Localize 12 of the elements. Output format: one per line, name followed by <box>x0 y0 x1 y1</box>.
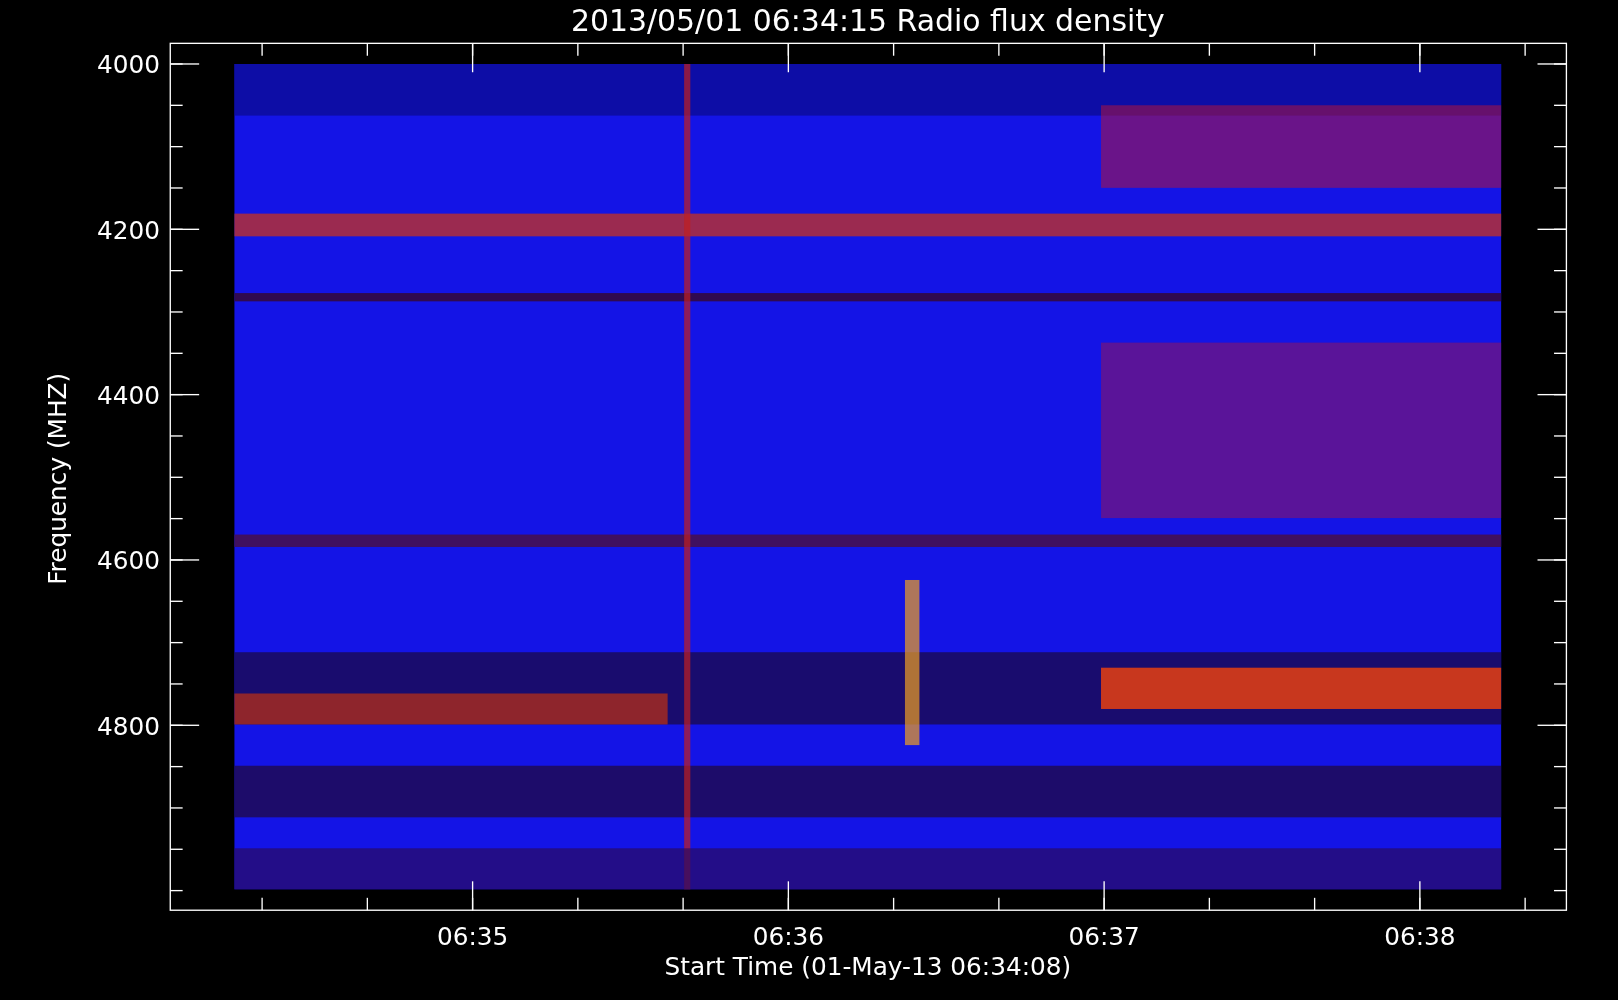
y-axis-label: Frequency (MHZ) <box>43 372 73 585</box>
x-tick-label: 06:36 <box>752 922 824 952</box>
chart-title: 2013/05/01 06:34:15 Radio flux density <box>570 2 1165 38</box>
y-tick-label: 4400 <box>96 380 160 410</box>
x-tick-label: 06:35 <box>436 922 509 952</box>
y-tick-label: 4200 <box>96 215 160 245</box>
y-tick-label: 4800 <box>96 711 160 741</box>
y-tick-label: 4000 <box>96 50 160 80</box>
x-axis-label: Start Time (01-May-13 06:34:08) <box>664 952 1072 982</box>
x-tick-label: 06:37 <box>1068 922 1140 952</box>
y-tick-label: 4600 <box>96 546 160 576</box>
x-tick-label: 06:38 <box>1384 922 1456 952</box>
